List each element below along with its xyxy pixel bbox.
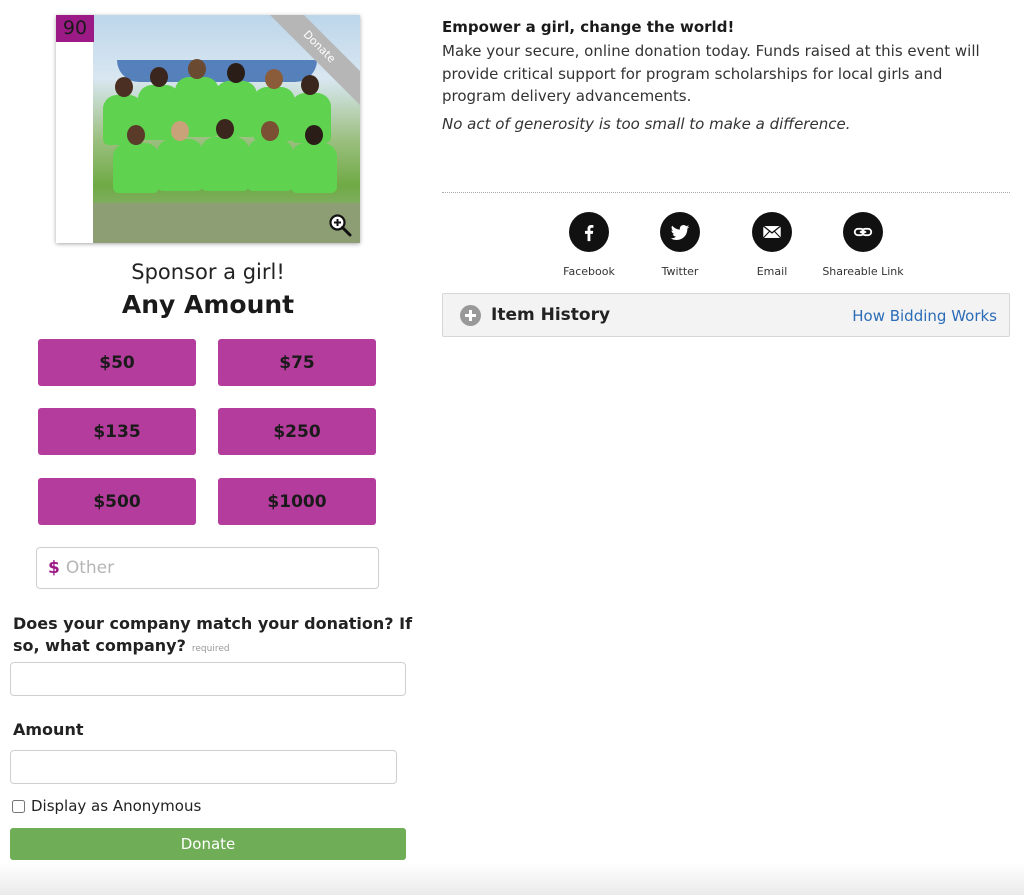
amount-135-button[interactable]: $135 <box>38 408 196 455</box>
zoom-in-icon[interactable] <box>328 213 352 237</box>
donate-ribbon-label: Donate <box>270 15 360 105</box>
item-history-bar: Item History How Bidding Works <box>442 293 1010 337</box>
share-email-label: Email <box>756 265 788 278</box>
share-link[interactable]: Shareable Link <box>818 212 908 278</box>
page-bottom-fade <box>0 863 1024 895</box>
amount-input[interactable] <box>10 750 397 784</box>
item-photo-card[interactable]: 90 Donate <box>56 15 360 243</box>
amount-250-button[interactable]: $250 <box>218 408 376 455</box>
share-twitter[interactable]: Twitter <box>635 212 725 278</box>
twitter-icon <box>660 212 700 252</box>
other-amount-input[interactable] <box>65 558 346 578</box>
donate-button[interactable]: Donate <box>10 828 406 860</box>
plus-circle-icon[interactable] <box>460 305 481 326</box>
other-amount-field[interactable]: $ <box>36 547 379 589</box>
item-title: Sponsor a girl! <box>131 260 285 284</box>
share-facebook-label: Facebook <box>563 265 615 278</box>
section-divider <box>442 192 1010 193</box>
amount-heading: Any Amount <box>121 290 295 319</box>
item-number-badge: 90 <box>56 15 94 42</box>
share-twitter-label: Twitter <box>661 265 699 278</box>
amount-50-button[interactable]: $50 <box>38 339 196 386</box>
donate-ribbon: Donate <box>270 15 360 105</box>
share-email[interactable]: Email <box>727 212 817 278</box>
how-bidding-works-link[interactable]: How Bidding Works <box>852 307 997 325</box>
company-match-label: Does your company match your donation? I… <box>13 613 413 660</box>
required-tag: required <box>191 644 230 654</box>
amount-1000-button[interactable]: $1000 <box>218 478 376 525</box>
dollar-sign-icon: $ <box>48 558 60 578</box>
amount-75-button[interactable]: $75 <box>218 339 376 386</box>
amount-500-button[interactable]: $500 <box>38 478 196 525</box>
share-link-label: Shareable Link <box>822 265 904 278</box>
item-history-toggle[interactable]: Item History <box>491 305 610 325</box>
facebook-icon <box>569 212 609 252</box>
description-tagline: No act of generosity is too small to mak… <box>442 115 851 133</box>
description-headline: Empower a girl, change the world! <box>442 18 735 36</box>
anonymous-option[interactable]: Display as Anonymous <box>12 797 201 815</box>
link-icon <box>843 212 883 252</box>
amount-field-label: Amount <box>13 720 84 739</box>
anonymous-checkbox[interactable] <box>12 799 25 813</box>
company-match-input[interactable] <box>10 662 406 696</box>
email-icon <box>752 212 792 252</box>
description-body: Make your secure, online donation today.… <box>442 42 980 105</box>
share-facebook[interactable]: Facebook <box>544 212 634 278</box>
anonymous-label: Display as Anonymous <box>31 797 202 815</box>
